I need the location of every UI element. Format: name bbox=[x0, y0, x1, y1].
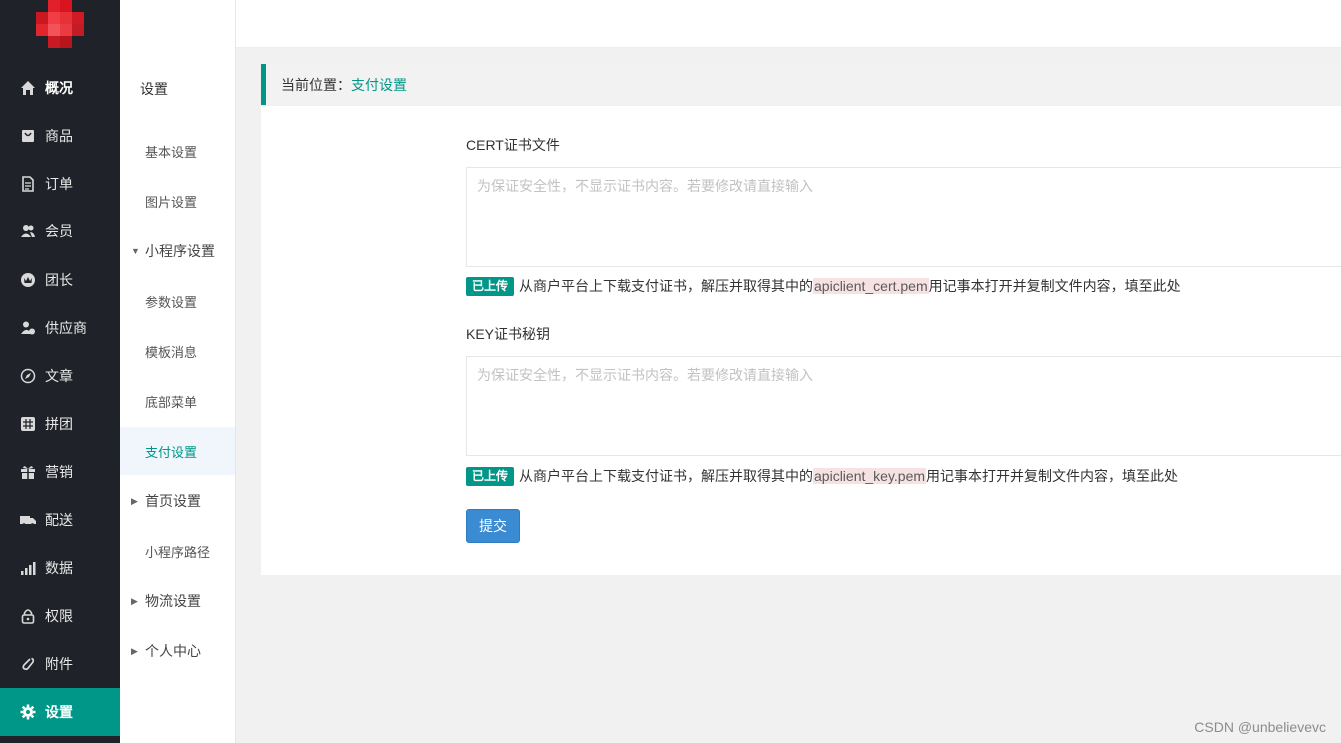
main-sidebar: 概况 商品 订单 会员 团长 供应商 文章 拼团 营销 配送 数据 权限 附件 … bbox=[0, 0, 120, 743]
key-hint-text-after: 用记事本打开并复制文件内容，填至此处 bbox=[926, 468, 1179, 484]
breadcrumb-current[interactable]: 支付设置 bbox=[351, 75, 407, 95]
sidebar-item-leader[interactable]: 团长 bbox=[0, 256, 120, 304]
sidebar-item-label: 订单 bbox=[45, 176, 73, 192]
sidebar-item-label: 拼团 bbox=[45, 416, 73, 432]
subnav-group-homepage[interactable]: ▶ 首页设置 bbox=[120, 482, 235, 520]
subnav-item-label: 支付设置 bbox=[145, 444, 198, 460]
subnav-item-label: 模板消息 bbox=[145, 344, 198, 360]
uploaded-badge: 已上传 bbox=[466, 466, 515, 486]
subnav-title: 设置 bbox=[140, 81, 168, 97]
sidebar-item-articles[interactable]: 文章 bbox=[0, 352, 120, 400]
chevron-down-icon: ▼ bbox=[131, 246, 140, 256]
subnav-item-bottom-menu[interactable]: 底部菜单 bbox=[120, 382, 235, 420]
cert-filename: apiclient_cert.pem bbox=[813, 278, 929, 294]
chevron-right-icon: ▶ bbox=[131, 645, 138, 656]
sidebar-item-label: 商品 bbox=[45, 128, 73, 144]
subnav-item-label: 底部菜单 bbox=[145, 394, 198, 410]
subnav-item-label: 物流设置 bbox=[145, 593, 201, 609]
subnav-item-params[interactable]: 参数设置 bbox=[120, 282, 235, 320]
subnav-group-miniprogram[interactable]: ▼ 小程序设置 bbox=[120, 232, 235, 270]
subnav-item-label: 图片设置 bbox=[145, 194, 198, 210]
sidebar-item-settings[interactable]: 设置 bbox=[0, 688, 120, 736]
payment-settings-form: CERT证书文件 已上传 从商户平台上下载支付证书，解压并取得其中的apicli… bbox=[261, 106, 1341, 575]
document-icon bbox=[20, 176, 36, 192]
sidebar-item-label: 团长 bbox=[45, 272, 73, 288]
sidebar-item-supplier[interactable]: 供应商 bbox=[0, 304, 120, 352]
sidebar-item-label: 供应商 bbox=[45, 320, 87, 336]
breadcrumb: 当前位置： 支付设置 bbox=[261, 64, 1341, 105]
key-hint-text: 从商户平台上下载支付证书，解压并取得其中的 bbox=[519, 468, 814, 484]
gear-icon bbox=[20, 704, 36, 720]
cert-hint: 已上传 从商户平台上下载支付证书，解压并取得其中的 apiclient_cert.… bbox=[466, 276, 1181, 296]
users-icon bbox=[20, 223, 36, 239]
cert-hint-text: 从商户平台上下载支付证书，解压并取得其中的 bbox=[519, 278, 814, 294]
settings-subnav: 设置 基本设置 图片设置 ▼ 小程序设置 参数设置 模板消息 底部菜单 支付设置… bbox=[120, 0, 236, 743]
truck-icon bbox=[20, 512, 36, 528]
subnav-item-basic[interactable]: 基本设置 bbox=[120, 132, 235, 170]
key-filename: apiclient_key.pem bbox=[813, 468, 927, 484]
sidebar-item-label: 配送 bbox=[45, 512, 73, 528]
sidebar-item-label: 数据 bbox=[45, 560, 73, 576]
compass-icon bbox=[20, 368, 36, 384]
sidebar-item-label: 权限 bbox=[45, 608, 73, 624]
chevron-right-icon: ▶ bbox=[131, 495, 138, 506]
sidebar-item-overview[interactable]: 概况 bbox=[0, 64, 120, 112]
sidebar-item-orders[interactable]: 订单 bbox=[0, 160, 120, 208]
subnav-item-template-msg[interactable]: 模板消息 bbox=[120, 332, 235, 370]
gift-icon bbox=[20, 464, 36, 480]
subnav-item-images[interactable]: 图片设置 bbox=[120, 182, 235, 220]
top-toolbar bbox=[120, 0, 1341, 48]
subnav-item-label: 个人中心 bbox=[145, 643, 201, 659]
sidebar-item-label: 概况 bbox=[45, 80, 73, 96]
key-textarea[interactable] bbox=[466, 356, 1341, 456]
sidebar-item-attachments[interactable]: 附件 bbox=[0, 640, 120, 688]
subnav-group-logistics[interactable]: ▶ 物流设置 bbox=[120, 582, 235, 620]
subnav-item-label: 参数设置 bbox=[145, 294, 198, 310]
cert-hint-text-after: 用记事本打开并复制文件内容，填至此处 bbox=[928, 278, 1181, 294]
breadcrumb-prefix: 当前位置： bbox=[281, 76, 351, 93]
key-hint: 已上传 从商户平台上下载支付证书，解压并取得其中的 apiclient_key.p… bbox=[466, 466, 1178, 486]
sidebar-item-label: 会员 bbox=[45, 223, 73, 239]
bar-chart-icon bbox=[20, 560, 36, 576]
sidebar-item-label: 附件 bbox=[45, 656, 73, 672]
hash-icon bbox=[20, 416, 36, 432]
crown-icon bbox=[20, 272, 36, 288]
subnav-item-label: 首页设置 bbox=[145, 493, 201, 509]
subnav-item-payment[interactable]: 支付设置 bbox=[120, 427, 235, 475]
subnav-item-miniprogram-path[interactable]: 小程序路径 bbox=[120, 532, 235, 570]
sidebar-item-marketing[interactable]: 营销 bbox=[0, 448, 120, 496]
supplier-icon bbox=[20, 320, 36, 336]
sidebar-item-label: 营销 bbox=[45, 464, 73, 480]
watermark: CSDN @unbelievevc bbox=[1194, 719, 1326, 735]
paperclip-icon bbox=[20, 656, 36, 672]
shopping-bag-icon bbox=[20, 128, 36, 144]
sidebar-item-data[interactable]: 数据 bbox=[0, 544, 120, 592]
subnav-item-label: 小程序设置 bbox=[145, 243, 215, 259]
home-icon bbox=[20, 80, 36, 96]
logo[interactable] bbox=[36, 0, 84, 48]
sidebar-item-members[interactable]: 会员 bbox=[0, 207, 120, 255]
cert-textarea[interactable] bbox=[466, 167, 1341, 267]
subnav-item-label: 小程序路径 bbox=[145, 544, 211, 560]
sidebar-item-label: 文章 bbox=[45, 368, 73, 384]
submit-button[interactable]: 提交 bbox=[466, 509, 520, 543]
chevron-right-icon: ▶ bbox=[131, 595, 138, 606]
subnav-group-profile[interactable]: ▶ 个人中心 bbox=[120, 632, 235, 670]
sidebar-item-goods[interactable]: 商品 bbox=[0, 112, 120, 160]
cert-label: CERT证书文件 bbox=[466, 137, 560, 153]
uploaded-badge: 已上传 bbox=[466, 276, 515, 296]
sidebar-item-group-buy[interactable]: 拼团 bbox=[0, 400, 120, 448]
key-label: KEY证书秘钥 bbox=[466, 326, 551, 342]
lock-icon bbox=[20, 608, 36, 624]
sidebar-item-label: 设置 bbox=[45, 704, 73, 720]
sidebar-item-delivery[interactable]: 配送 bbox=[0, 496, 120, 544]
subnav-item-label: 基本设置 bbox=[145, 144, 198, 160]
sidebar-item-permissions[interactable]: 权限 bbox=[0, 592, 120, 640]
